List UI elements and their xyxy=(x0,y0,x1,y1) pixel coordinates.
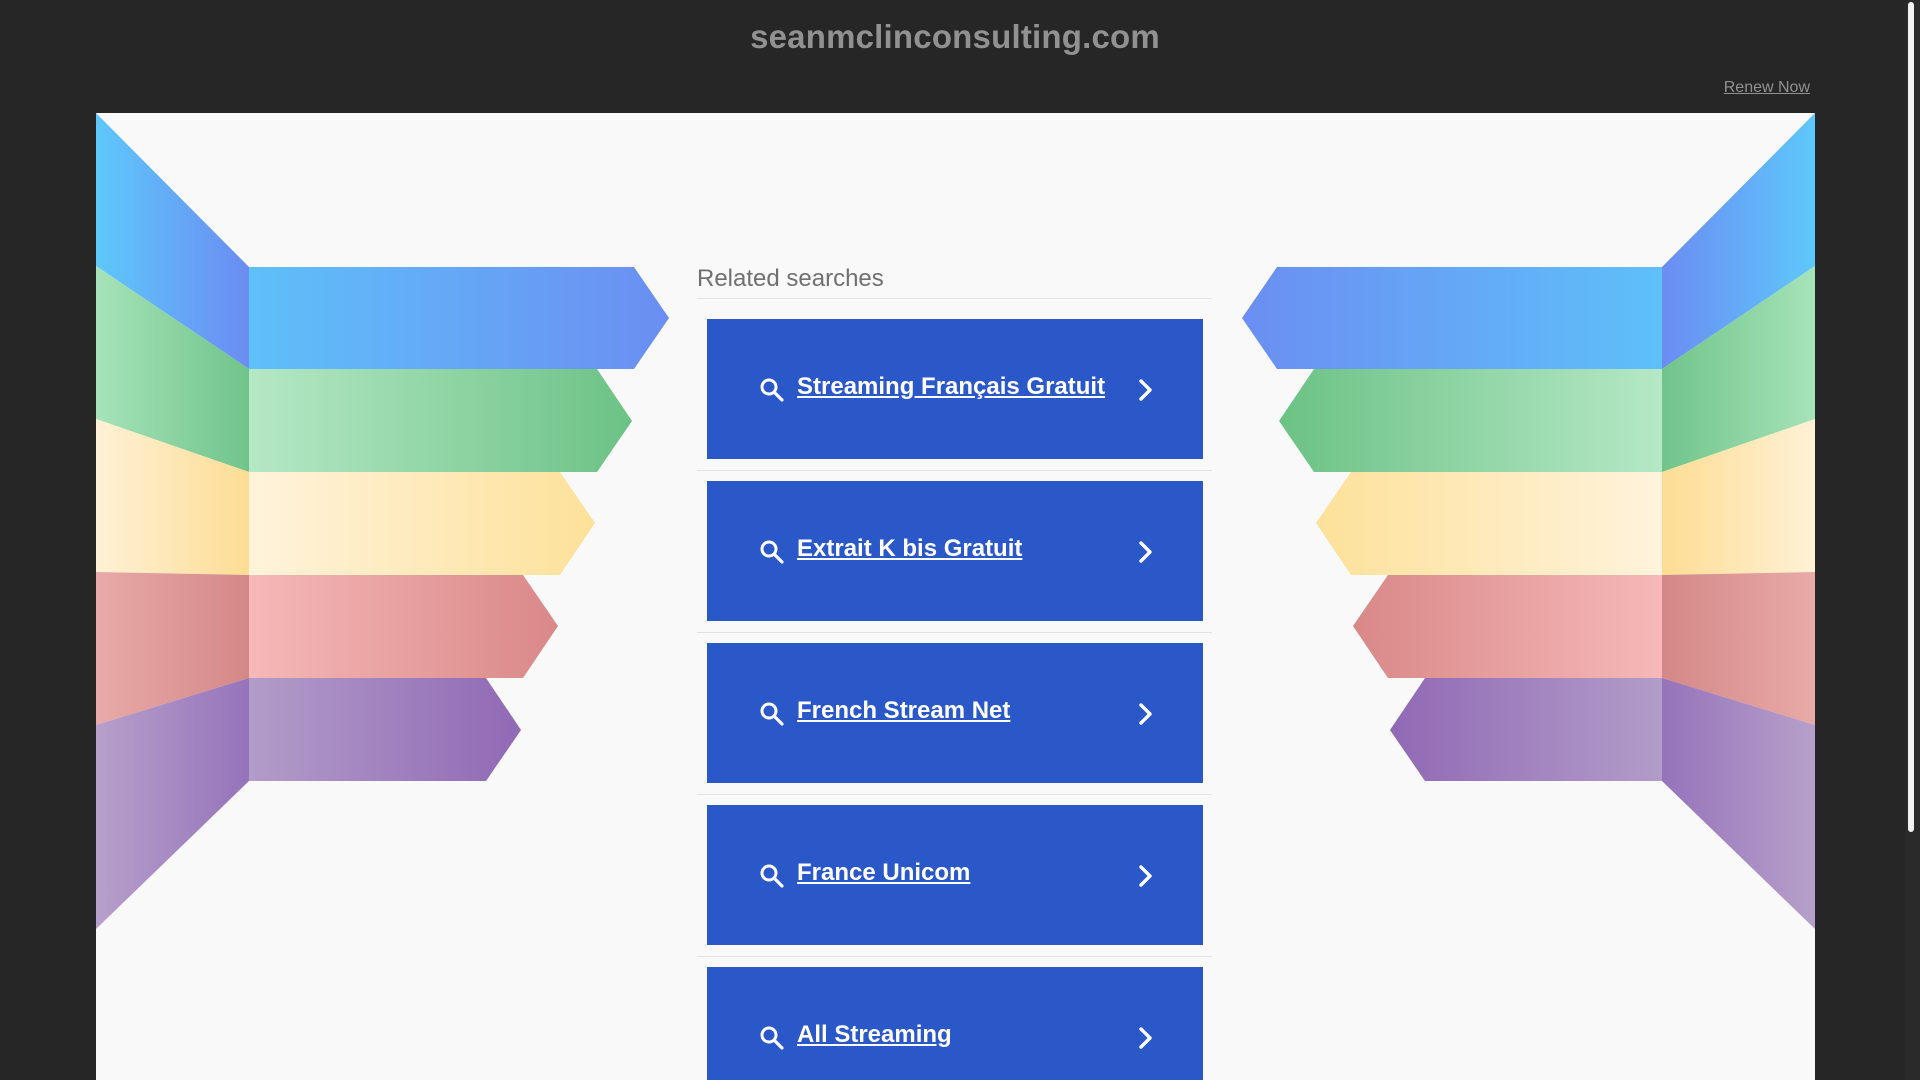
related-search-button[interactable]: France Unicom xyxy=(707,805,1203,945)
search-icon xyxy=(760,378,784,402)
search-icon xyxy=(760,702,784,726)
search-icon xyxy=(760,1026,784,1050)
list-item: France Unicom xyxy=(697,795,1212,957)
chevron-right-icon xyxy=(1139,1027,1152,1049)
related-search-label[interactable]: France Unicom xyxy=(797,859,970,887)
vertical-scrollbar[interactable] xyxy=(1905,0,1920,1080)
related-search-button[interactable]: All Streaming xyxy=(707,967,1203,1080)
chevron-right-icon xyxy=(1139,541,1152,563)
related-search-label[interactable]: Extrait K bis Gratuit xyxy=(797,535,1022,563)
related-searches-list: Streaming Français Gratuit Extrait K bis… xyxy=(697,309,1212,1080)
list-item: Extrait K bis Gratuit xyxy=(697,471,1212,633)
search-icon xyxy=(760,864,784,888)
list-item: All Streaming xyxy=(697,957,1212,1080)
renew-now-link[interactable]: Renew Now xyxy=(1724,79,1810,97)
chevron-right-icon xyxy=(1139,703,1152,725)
related-search-button[interactable]: French Stream Net xyxy=(707,643,1203,783)
related-searches-heading: Related searches xyxy=(697,265,1212,299)
related-search-button[interactable]: Streaming Français Gratuit xyxy=(707,319,1203,459)
chevron-right-icon xyxy=(1139,865,1152,887)
related-search-label[interactable]: Streaming Français Gratuit xyxy=(797,373,1105,401)
search-icon xyxy=(760,540,784,564)
list-item: Streaming Français Gratuit xyxy=(697,309,1212,471)
chevron-right-icon xyxy=(1139,379,1152,401)
related-search-button[interactable]: Extrait K bis Gratuit xyxy=(707,481,1203,621)
list-item: French Stream Net xyxy=(697,633,1212,795)
scrollbar-thumb[interactable] xyxy=(1908,2,1914,832)
main-content: Related searches Streaming Français Grat… xyxy=(96,113,1815,1080)
related-search-label[interactable]: French Stream Net xyxy=(797,697,1010,725)
related-search-label[interactable]: All Streaming xyxy=(797,1021,952,1049)
site-title: seanmclinconsulting.com xyxy=(750,18,1160,55)
